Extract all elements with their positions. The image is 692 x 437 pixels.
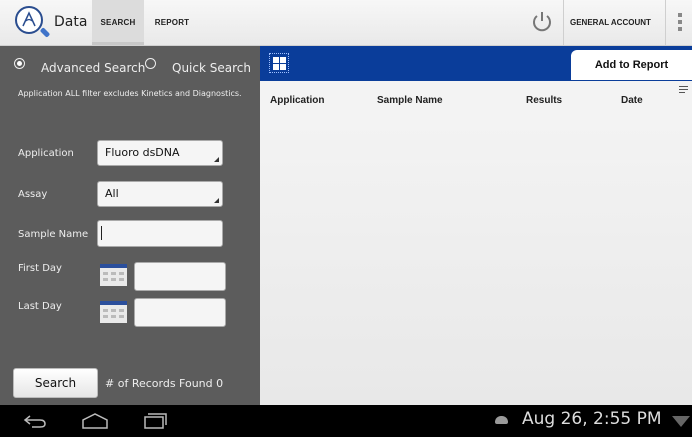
app-logo-icon[interactable] bbox=[15, 6, 43, 34]
quick-search-label[interactable]: Quick Search bbox=[172, 61, 251, 75]
assay-label: Assay bbox=[18, 189, 48, 200]
back-icon[interactable] bbox=[22, 413, 48, 429]
last-day-label: Last Day bbox=[18, 301, 62, 312]
column-header-date[interactable]: Date bbox=[621, 95, 643, 106]
action-bar: Data SEARCH REPORT GENERAL ACCOUNT bbox=[0, 0, 692, 46]
advanced-search-radio[interactable] bbox=[14, 58, 25, 69]
recent-apps-icon[interactable] bbox=[142, 412, 168, 430]
column-header-results[interactable]: Results bbox=[526, 95, 562, 106]
tab-search[interactable]: SEARCH bbox=[92, 0, 144, 45]
search-button[interactable]: Search bbox=[13, 368, 98, 398]
clock: Aug 26, 2:55 PM bbox=[522, 409, 662, 429]
results-toolbar: Add to Report bbox=[260, 46, 692, 81]
last-day-calendar-icon[interactable] bbox=[100, 301, 127, 323]
column-header-application[interactable]: Application bbox=[270, 95, 324, 106]
system-navigation-bar: Aug 26, 2:55 PM bbox=[0, 405, 692, 437]
last-day-input[interactable] bbox=[134, 298, 226, 327]
home-icon[interactable] bbox=[80, 412, 110, 430]
results-table-header: Application Sample Name Results Date bbox=[260, 81, 692, 119]
tab-report[interactable]: REPORT bbox=[148, 0, 196, 45]
records-found: # of Records Found 0 bbox=[105, 377, 223, 390]
records-count: 0 bbox=[216, 377, 224, 390]
magnifier-icon bbox=[39, 27, 51, 38]
column-menu-icon[interactable] bbox=[679, 86, 688, 95]
overflow-menu-icon[interactable] bbox=[665, 0, 692, 45]
application-label: Application bbox=[18, 148, 74, 159]
column-header-sample-name[interactable]: Sample Name bbox=[377, 95, 443, 106]
wifi-icon bbox=[672, 416, 690, 427]
quick-search-radio[interactable] bbox=[145, 58, 156, 69]
advanced-search-label[interactable]: Advanced Search bbox=[41, 61, 145, 75]
android-notification-icon bbox=[495, 416, 508, 424]
sample-name-label: Sample Name bbox=[18, 229, 89, 240]
filter-note: Application ALL filter excludes Kinetics… bbox=[18, 89, 242, 98]
application-dropdown[interactable]: Fluoro dsDNA bbox=[97, 140, 223, 166]
first-day-label: First Day bbox=[18, 263, 62, 274]
power-icon[interactable] bbox=[531, 10, 553, 32]
sample-name-input[interactable] bbox=[97, 220, 223, 247]
add-to-report-button[interactable]: Add to Report bbox=[571, 50, 692, 80]
records-label: # of Records Found bbox=[105, 377, 213, 390]
first-day-input[interactable] bbox=[134, 262, 226, 291]
app-title: Data bbox=[54, 14, 88, 30]
first-day-calendar-icon[interactable] bbox=[100, 264, 127, 286]
text-cursor bbox=[101, 226, 102, 240]
assay-dropdown[interactable]: All bbox=[97, 181, 223, 207]
grid-view-icon[interactable] bbox=[269, 53, 289, 73]
search-panel: Advanced Search Quick Search Application… bbox=[0, 46, 260, 405]
results-panel: Add to Report Application Sample Name Re… bbox=[260, 46, 692, 405]
general-account-button[interactable]: GENERAL ACCOUNT bbox=[563, 0, 651, 45]
